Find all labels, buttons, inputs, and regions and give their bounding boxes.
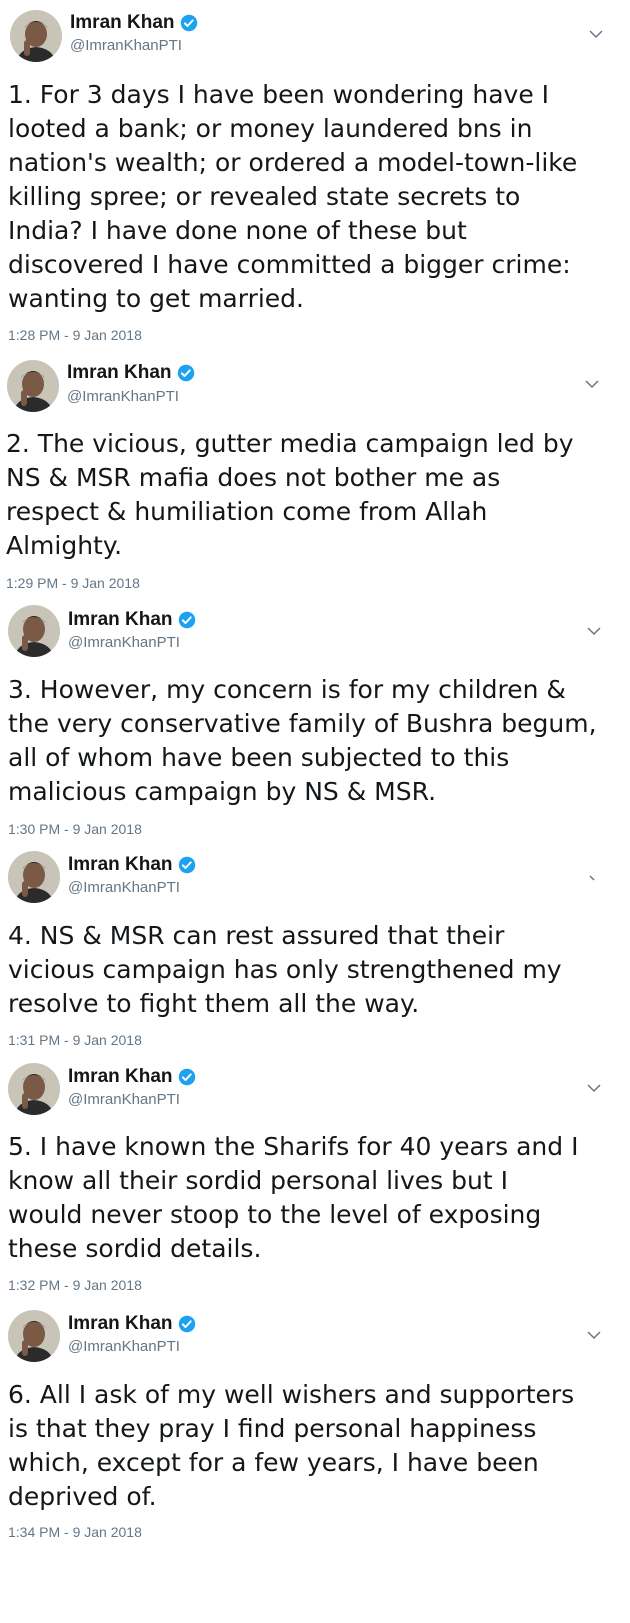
avatar[interactable] — [8, 851, 60, 903]
author-handle[interactable]: @ImranKhanPTI — [68, 1091, 180, 1108]
author-name-row[interactable]: Imran Khan — [68, 854, 196, 876]
author-name-row[interactable]: Imran Khan — [68, 1313, 196, 1335]
avatar[interactable] — [8, 1063, 60, 1115]
author-name[interactable]: Imran Khan — [68, 609, 173, 631]
author-handle[interactable]: @ImranKhanPTI — [70, 37, 182, 54]
tweet-timestamp[interactable]: 1:28 PM - 9 Jan 2018 — [8, 327, 142, 343]
avatar[interactable] — [7, 360, 59, 412]
author-name[interactable]: Imran Khan — [70, 12, 175, 34]
avatar[interactable] — [10, 10, 62, 62]
avatar[interactable] — [8, 605, 60, 657]
author-handle[interactable]: @ImranKhanPTI — [67, 388, 179, 405]
tweet-text: 2. The vicious, gutter media campaign le… — [6, 429, 574, 560]
verified-badge-icon — [177, 364, 194, 382]
author-name[interactable]: Imran Khan — [67, 362, 172, 384]
author-name[interactable]: Imran Khan — [68, 1066, 173, 1088]
tweet-text: 5. I have known the Sharifs for 40 years… — [8, 1132, 579, 1263]
verified-badge-icon — [180, 14, 197, 32]
author-name[interactable]: Imran Khan — [68, 1313, 173, 1335]
verified-badge-icon — [178, 611, 195, 629]
tweet-timestamp[interactable]: 1:31 PM - 9 Jan 2018 — [8, 1032, 142, 1048]
tweet-text: 3. However, my concern is for my childre… — [8, 675, 597, 806]
chevron-down-icon[interactable] — [588, 26, 604, 42]
chevron-down-icon[interactable] — [586, 870, 602, 886]
tweet-timestamp[interactable]: 1:30 PM - 9 Jan 2018 — [8, 821, 142, 837]
chevron-down-icon[interactable] — [586, 1327, 602, 1343]
tweet-text: 1. For 3 days I have been wondering have… — [8, 80, 578, 313]
tweet-text: 6. All I ask of my well wishers and supp… — [8, 1380, 575, 1511]
tweet-text: 4. NS & MSR can rest assured that their … — [8, 921, 562, 1018]
author-name-row[interactable]: Imran Khan — [68, 609, 196, 631]
author-handle[interactable]: @ImranKhanPTI — [68, 879, 180, 896]
avatar[interactable] — [8, 1310, 60, 1362]
author-name-row[interactable]: Imran Khan — [68, 1066, 196, 1088]
verified-badge-icon — [178, 1068, 195, 1086]
tweet-timestamp[interactable]: 1:34 PM - 9 Jan 2018 — [8, 1524, 142, 1540]
author-name-row[interactable]: Imran Khan — [70, 12, 198, 34]
author-name-row[interactable]: Imran Khan — [67, 362, 195, 384]
author-name[interactable]: Imran Khan — [68, 854, 173, 876]
tweet-timestamp[interactable]: 1:29 PM - 9 Jan 2018 — [6, 575, 140, 591]
author-handle[interactable]: @ImranKhanPTI — [68, 1338, 180, 1355]
chevron-down-icon[interactable] — [584, 376, 600, 392]
author-handle[interactable]: @ImranKhanPTI — [68, 634, 180, 651]
verified-badge-icon — [178, 856, 195, 874]
chevron-down-icon[interactable] — [586, 1080, 602, 1096]
chevron-down-icon[interactable] — [586, 623, 602, 639]
verified-badge-icon — [178, 1315, 195, 1333]
tweet-timestamp[interactable]: 1:32 PM - 9 Jan 2018 — [8, 1277, 142, 1293]
